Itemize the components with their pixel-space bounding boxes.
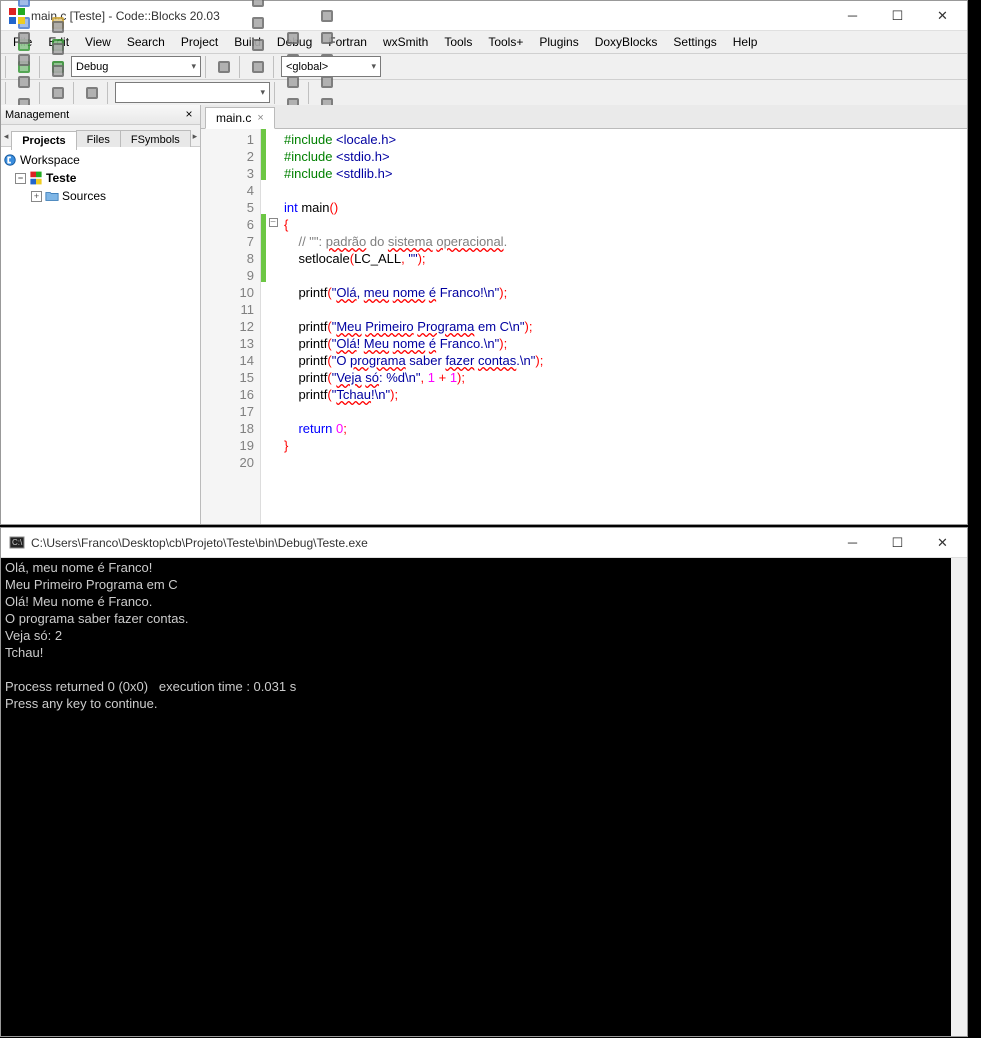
tree-project[interactable]: − Teste xyxy=(3,169,198,187)
step-into-button[interactable] xyxy=(247,12,269,34)
console-maximize-button[interactable]: ☐ xyxy=(875,529,920,557)
line-number-gutter: 1234567891011121314151617181920 xyxy=(201,129,261,524)
maximize-button[interactable]: ☐ xyxy=(875,2,920,30)
nav-back-button[interactable] xyxy=(13,27,35,49)
editor-tab-bar: main.c × xyxy=(201,105,967,129)
workspace-icon xyxy=(3,153,17,167)
show-target-button[interactable] xyxy=(213,56,235,78)
console-text: Olá, meu nome é Franco! Meu Primeiro Pro… xyxy=(5,560,296,711)
toolbar-row-2 xyxy=(1,79,967,105)
fold-column[interactable]: − xyxy=(266,129,280,524)
app-icon xyxy=(9,8,25,24)
svg-text:C:\: C:\ xyxy=(12,538,23,547)
doxy-button[interactable] xyxy=(47,82,69,104)
code-content[interactable]: #include <locale.h>#include <stdio.h>#in… xyxy=(280,129,967,524)
tree-sources-folder[interactable]: + Sources xyxy=(3,187,198,205)
main-title: main.c [Teste] - Code::Blocks 20.03 xyxy=(31,9,830,23)
nav-fwd-button[interactable] xyxy=(13,49,35,71)
tree-sources-label: Sources xyxy=(62,189,106,203)
management-tabs: ◂ ProjectsFilesFSymbols ▸ xyxy=(1,125,200,147)
sel-back-button[interactable] xyxy=(282,27,304,49)
menu-view[interactable]: View xyxy=(77,33,119,51)
menu-help[interactable]: Help xyxy=(725,33,766,51)
menu-project[interactable]: Project xyxy=(173,33,226,51)
mgmt-tabs-scroll-right[interactable]: ▸ xyxy=(190,126,200,146)
win1-button[interactable] xyxy=(316,27,338,49)
management-close-icon[interactable]: × xyxy=(182,107,196,121)
build-target-combo[interactable]: Debug xyxy=(71,56,201,77)
tree-workspace[interactable]: Workspace xyxy=(3,151,198,169)
menubar: FileEditViewSearchProjectBuildDebugFortr… xyxy=(1,31,967,53)
mgmt-tabs-scroll-left[interactable]: ◂ xyxy=(1,126,11,146)
code-editor[interactable]: 1234567891011121314151617181920 − #inclu… xyxy=(201,129,967,524)
folder-icon xyxy=(45,189,59,203)
menu-doxyblocks[interactable]: DoxyBlocks xyxy=(587,33,666,51)
menu-search[interactable]: Search xyxy=(119,33,173,51)
step-out-button[interactable] xyxy=(247,34,269,56)
jump-line-button[interactable] xyxy=(81,82,103,104)
cursor-button[interactable] xyxy=(316,5,338,27)
minimize-button[interactable]: ─ xyxy=(830,2,875,30)
console-scrollbar[interactable] xyxy=(951,558,967,1036)
tree-project-label: Teste xyxy=(46,171,76,185)
next-line-button[interactable] xyxy=(247,0,269,12)
tree-sources-expander[interactable]: + xyxy=(31,191,42,202)
console-window: C:\ C:\Users\Franco\Desktop\cb\Projeto\T… xyxy=(0,527,968,1037)
menu-tools[interactable]: Tools+ xyxy=(480,33,531,51)
console-close-button[interactable]: ✕ xyxy=(920,529,965,557)
tree-project-expander[interactable]: − xyxy=(15,173,26,184)
menu-tools[interactable]: Tools xyxy=(436,33,480,51)
console-output[interactable]: Olá, meu nome é Franco! Meu Primeiro Pro… xyxy=(1,558,967,1036)
search-combo[interactable] xyxy=(115,82,270,103)
comment-block-button[interactable] xyxy=(47,60,69,82)
intellisense-button[interactable] xyxy=(47,16,69,38)
menu-wxsmith[interactable]: wxSmith xyxy=(375,33,436,51)
main-titlebar[interactable]: main.c [Teste] - Code::Blocks 20.03 ─ ☐ … xyxy=(1,1,967,31)
management-header[interactable]: Management × xyxy=(1,105,200,125)
editor-area: main.c × 1234567891011121314151617181920… xyxy=(201,105,967,524)
fold-toggle[interactable]: − xyxy=(269,218,278,227)
refresh-button[interactable] xyxy=(47,38,69,60)
toolbar-row-1: Debug <global> xyxy=(1,53,967,79)
scope-combo[interactable]: <global> xyxy=(281,56,381,77)
editor-tab-close-icon[interactable]: × xyxy=(257,112,263,124)
project-icon xyxy=(29,171,43,185)
editor-tab-main-c[interactable]: main.c × xyxy=(205,107,275,129)
management-panel: Management × ◂ ProjectsFilesFSymbols ▸ W… xyxy=(1,105,201,524)
console-title: C:\Users\Franco\Desktop\cb\Projeto\Teste… xyxy=(31,536,830,550)
codeblocks-main-window: main.c [Teste] - Code::Blocks 20.03 ─ ☐ … xyxy=(0,0,968,525)
close-button[interactable]: ✕ xyxy=(920,2,965,30)
menu-plugins[interactable]: Plugins xyxy=(531,33,586,51)
console-icon: C:\ xyxy=(9,535,25,551)
console-minimize-button[interactable]: ─ xyxy=(830,529,875,557)
next-instr-button[interactable] xyxy=(247,56,269,78)
tree-workspace-label: Workspace xyxy=(20,153,80,167)
bookmark-toggle-button[interactable] xyxy=(13,71,35,93)
editor-tab-label: main.c xyxy=(216,111,251,125)
management-title: Management xyxy=(5,109,69,121)
mgmt-tab-projects[interactable]: Projects xyxy=(11,131,76,150)
console-titlebar[interactable]: C:\ C:\Users\Franco\Desktop\cb\Projeto\T… xyxy=(1,528,967,558)
project-tree[interactable]: Workspace − Teste + Sources xyxy=(1,147,200,524)
menu-settings[interactable]: Settings xyxy=(665,33,724,51)
